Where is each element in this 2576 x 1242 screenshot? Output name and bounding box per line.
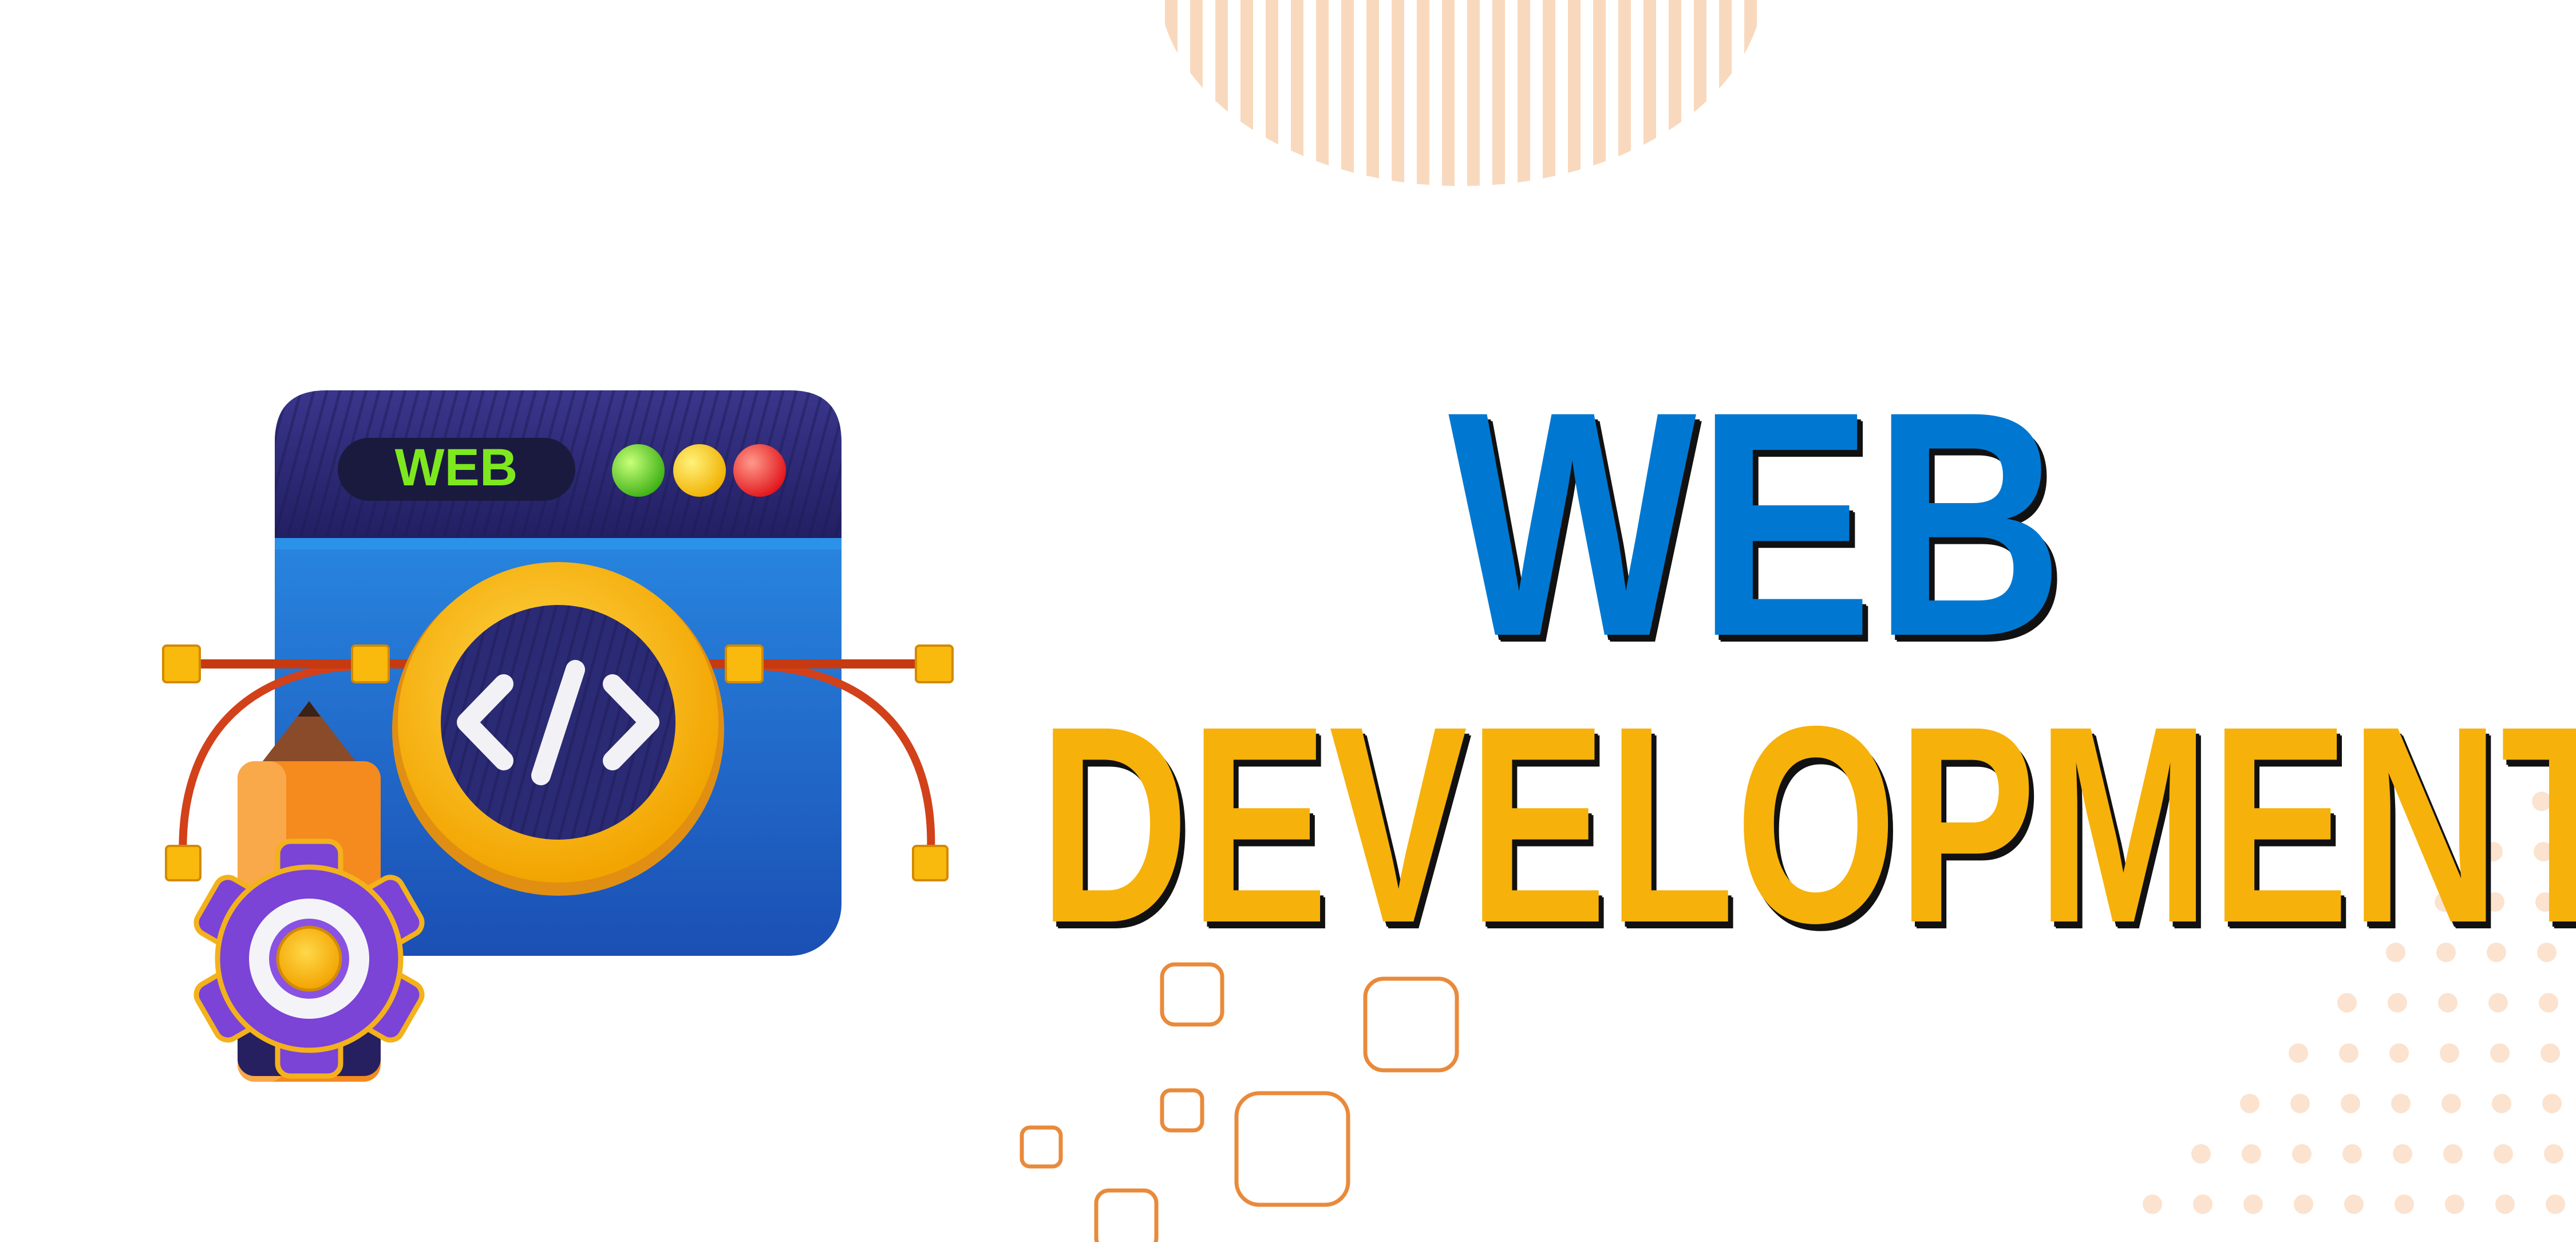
yellow-light-icon <box>673 444 726 497</box>
code-brackets-icon <box>392 562 724 896</box>
banner-artwork: WEB <box>162 0 2565 1242</box>
outlined-squares-decoration <box>1020 962 1459 1242</box>
red-light-icon <box>733 444 786 497</box>
headline-development: DEVELOPMENT <box>1039 667 2576 981</box>
green-light-icon <box>612 444 665 497</box>
gear-icon <box>193 838 425 1079</box>
headline-web: WEB <box>1448 345 2065 703</box>
window-badge-label: WEB <box>395 438 518 497</box>
striped-semicircle-decoration <box>1165 0 1757 187</box>
